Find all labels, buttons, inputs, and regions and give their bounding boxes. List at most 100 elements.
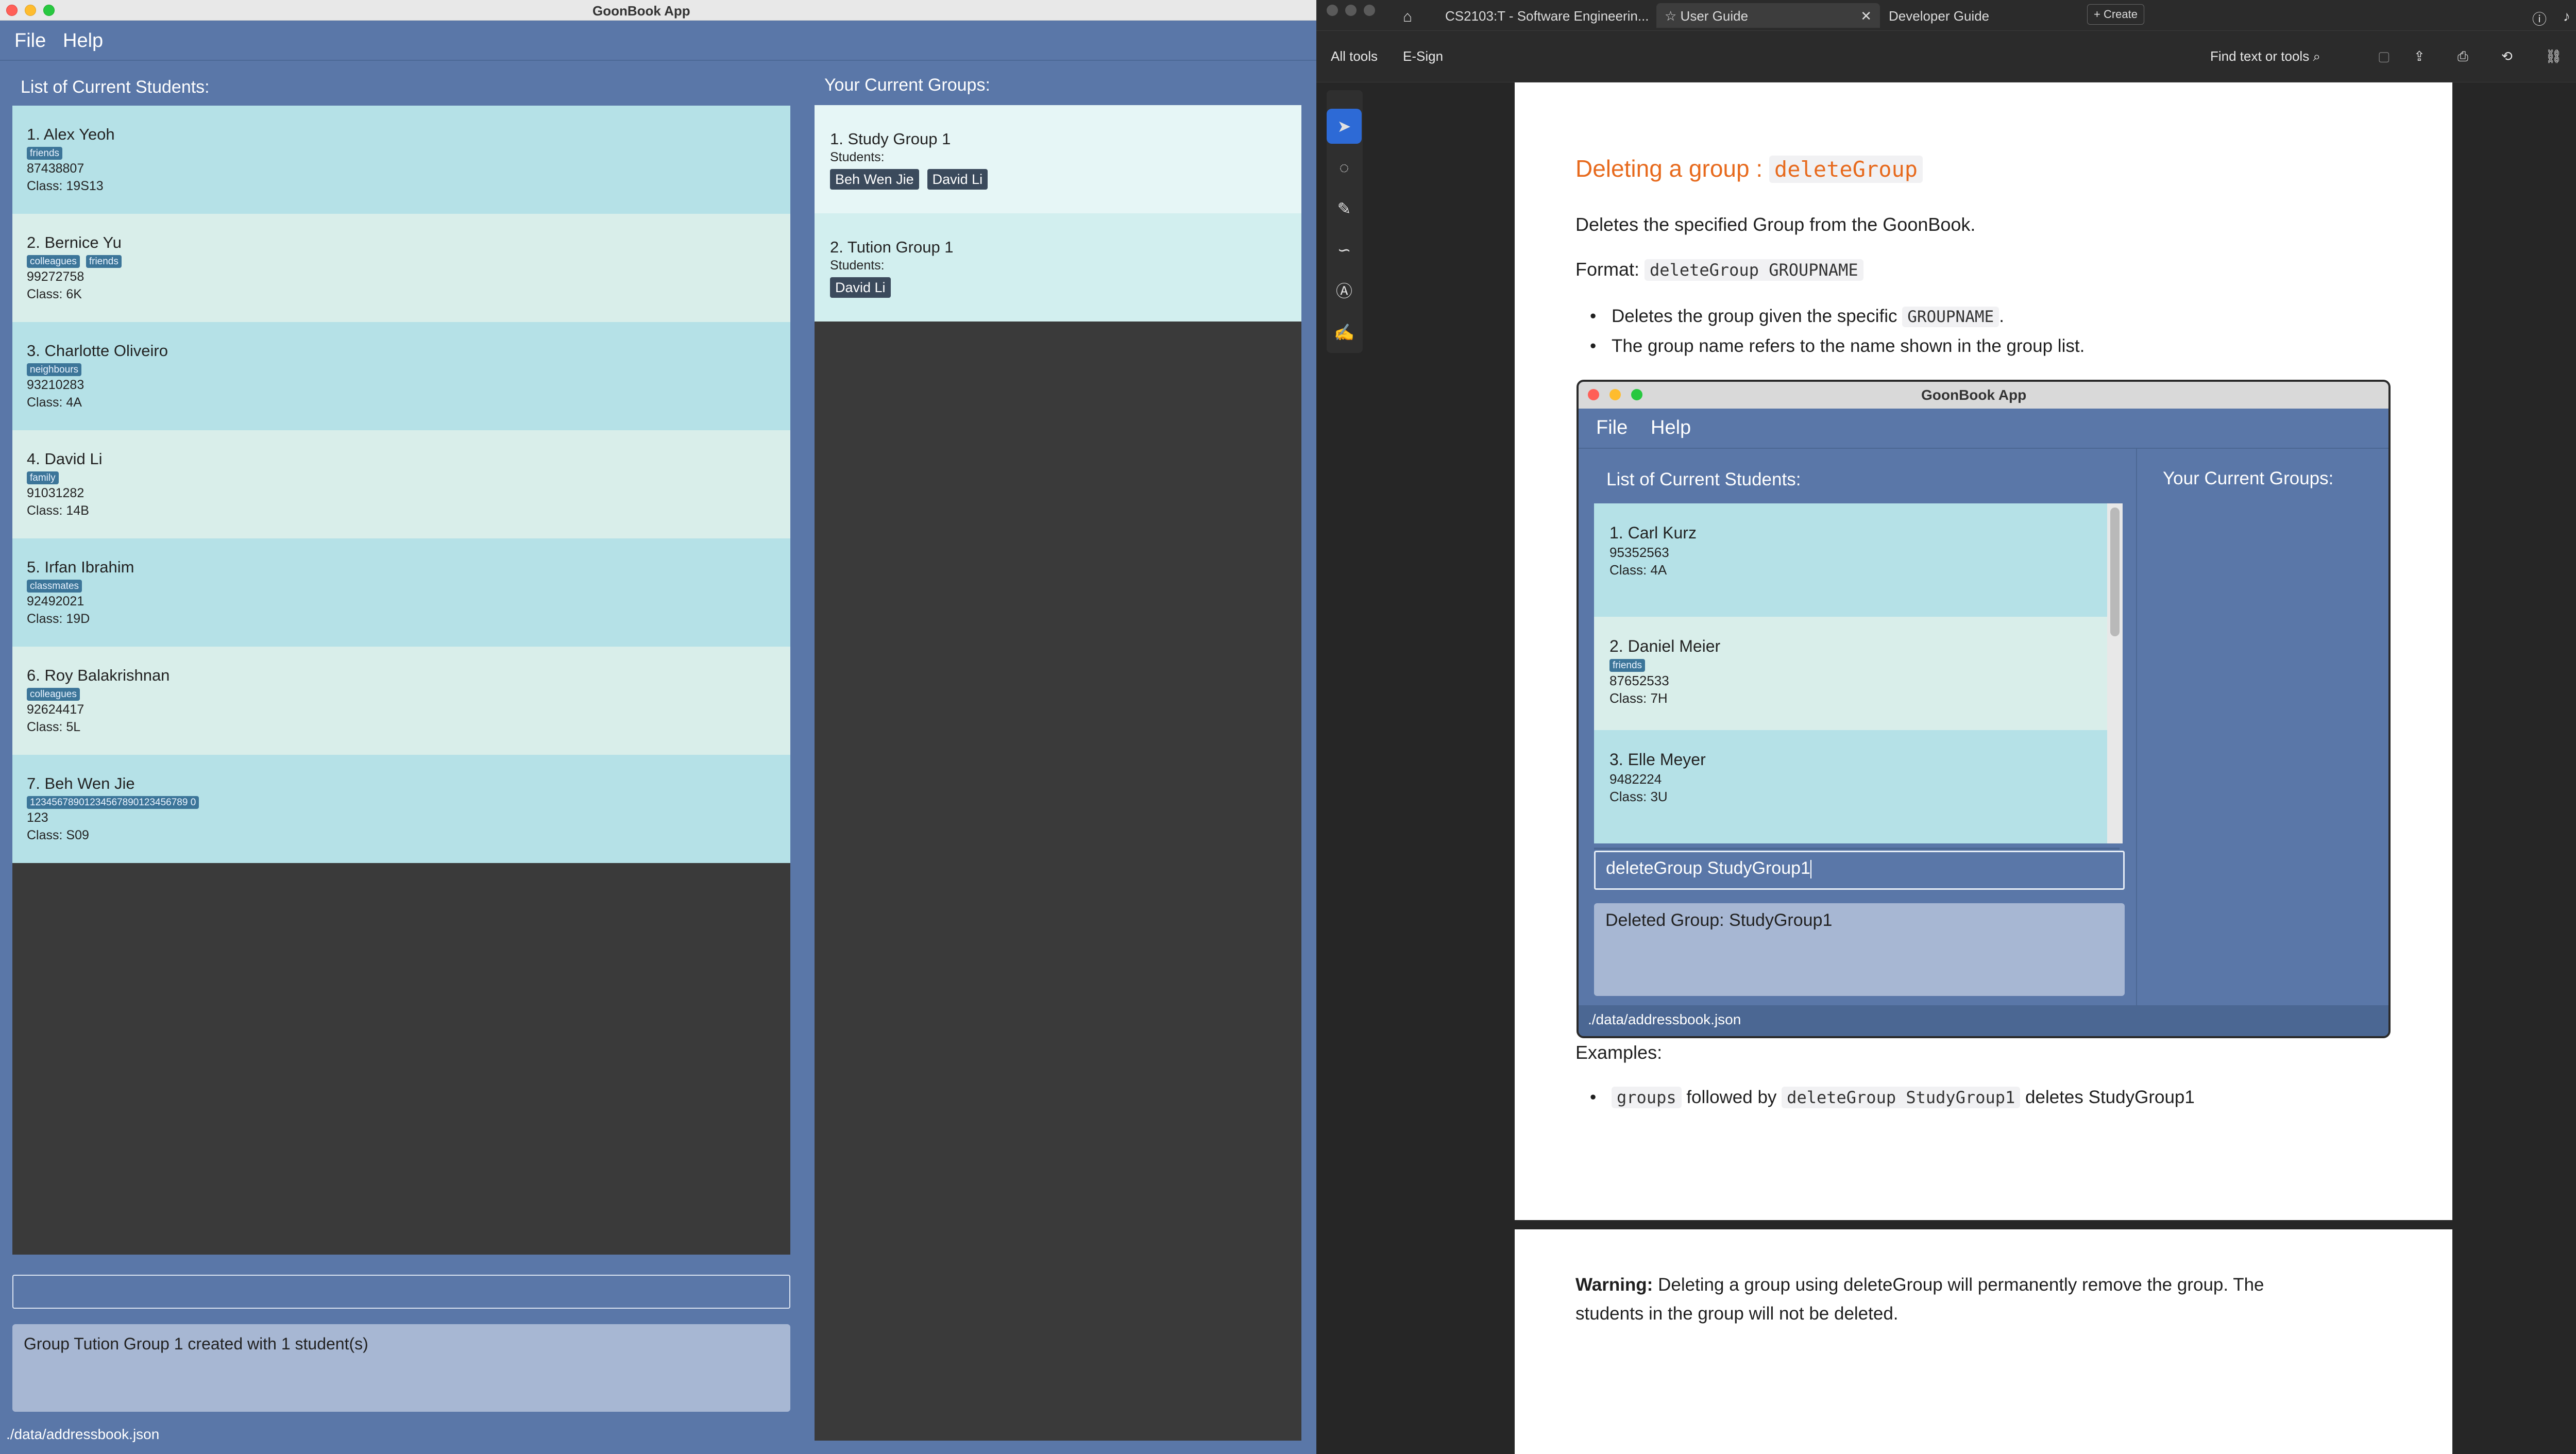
embedded-screenshot: GoonBook App File Help List of Current S… — [1577, 380, 2391, 1038]
create-button[interactable]: + Create — [2087, 4, 2145, 25]
upload-icon[interactable]: ⇪ — [2414, 48, 2425, 64]
star-icon: ☆ — [1665, 8, 1681, 24]
search-icon: ⌕ — [2313, 48, 2320, 64]
tab-label: User Guide — [1680, 8, 1749, 24]
student-name: 1. Alex Yeoh — [27, 125, 115, 143]
esign-button[interactable]: E-Sign — [1403, 48, 1443, 64]
tab-cs2103[interactable]: CS2103:T - Software Engineerin... — [1445, 3, 1651, 28]
home-icon[interactable]: ⌂ — [1403, 3, 1412, 28]
tab-user-guide[interactable]: ☆ User Guide ✕ — [1656, 3, 1880, 28]
student-list-empty-area — [12, 863, 790, 1255]
tab-developer-guide[interactable]: Developer Guide — [1880, 3, 2061, 28]
students-heading: List of Current Students: — [1606, 469, 1801, 489]
close-tab-icon[interactable]: ✕ — [1860, 8, 1872, 24]
close-window-button[interactable] — [6, 5, 18, 16]
format-code: deleteGroup GROUPNAME — [1645, 259, 1863, 281]
maximize-window-button[interactable] — [1364, 5, 1375, 16]
student-phone: 123 — [27, 810, 48, 825]
maximize-window-button[interactable] — [43, 5, 55, 16]
select-icon[interactable]: ➤ — [1327, 109, 1362, 144]
list-item[interactable]: 1. Alex Yeoh friends 87438807 Class: 19S13 — [12, 106, 790, 214]
student-class: Class: 14B — [27, 503, 89, 518]
pen-icon[interactable]: ✎ — [1327, 191, 1362, 226]
examples-label: Examples: — [1575, 1042, 1663, 1063]
warning-text: Deleting a group using deleteGroup will … — [1658, 1275, 2264, 1295]
group-students-label: Students: — [830, 258, 885, 273]
close-window-button[interactable] — [1327, 5, 1338, 16]
student-name: 6. Roy Balakrishnan — [27, 666, 170, 684]
save-icon[interactable]: ▢ — [2378, 48, 2391, 64]
list-item[interactable]: 3. Charlotte Oliveiro neighbours 93210283 C… — [12, 322, 790, 430]
bell-icon[interactable]: ♪ — [2563, 3, 2570, 28]
students-heading: List of Current Students: — [21, 77, 210, 97]
find-label: Find text or tools — [2210, 48, 2310, 64]
warning-text: students in the group will not be delete… — [1575, 1304, 1899, 1324]
maximize-window-button — [1631, 389, 1642, 400]
bullet-code: GROUPNAME — [1902, 307, 1999, 327]
tag-row: classmates — [27, 578, 790, 593]
command-input[interactable] — [12, 1275, 790, 1309]
example-code: groups — [1612, 1087, 1682, 1108]
student-phone: 93210283 — [27, 378, 84, 392]
tag-row: colleagues — [27, 686, 790, 701]
student-phone: 92624417 — [27, 702, 84, 717]
list-item[interactable]: 2. Bernice Yu colleagues friends 99272758 Cl… — [12, 214, 790, 322]
student-phone: 95352563 — [1609, 545, 1669, 560]
tag-row: 12345678901234567890123456789 0 — [27, 794, 790, 809]
group-card[interactable]: 1. Study Group 1 Students: Beh Wen Jie Davi… — [815, 105, 1301, 213]
example-text: deletes StudyGroup1 — [2025, 1087, 2195, 1107]
minimize-window-button[interactable] — [25, 5, 36, 16]
all-tools-button[interactable]: All tools — [1331, 48, 1378, 64]
student-name: 4. David Li — [27, 450, 103, 468]
panel-divider — [2136, 449, 2137, 1036]
menu-help[interactable]: Help — [63, 30, 103, 52]
tag-badge: friends — [27, 147, 63, 160]
groups-heading: Your Current Groups: — [2163, 468, 2334, 488]
scrollbar-track — [2107, 503, 2123, 843]
student-name: 2. Bernice Yu — [27, 233, 122, 251]
student-class: Class: 3U — [1609, 789, 1668, 804]
example-code: deleteGroup StudyGroup1 — [1782, 1087, 2021, 1108]
menu-file[interactable]: File — [14, 30, 46, 52]
list-item[interactable]: 4. David Li family 91031282 Class: 14B — [12, 430, 790, 538]
menu-bar: File Help — [0, 21, 1316, 61]
tab-label: Developer Guide — [1889, 8, 1990, 24]
signature-icon[interactable]: ✍ — [1327, 315, 1362, 350]
find-tools-button[interactable]: Find text or tools ⌕ — [2210, 48, 2320, 65]
student-name: 3. Elle Meyer — [1609, 750, 1706, 769]
minimize-window-button[interactable] — [1345, 5, 1357, 16]
tag-badge: colleagues — [27, 255, 80, 268]
list-item[interactable]: 6. Roy Balakrishnan colleagues 92624417 Cla… — [12, 647, 790, 755]
group-members: David Li — [830, 273, 1301, 298]
student-class: Class: 7H — [1609, 690, 1668, 706]
group-name: 1. Study Group 1 — [830, 130, 951, 148]
help-icon[interactable]: ⓘ — [2532, 3, 2547, 28]
list-item[interactable]: 5. Irfan Ibrahim classmates 92492021 Class:… — [12, 538, 790, 647]
comment-icon[interactable]: ◌ — [1327, 150, 1362, 185]
tag-badge: 12345678901234567890123456789 0 — [27, 796, 199, 809]
share-icon[interactable]: ⟲ — [2501, 48, 2513, 64]
link-icon[interactable]: ⛓ — [2545, 48, 2562, 64]
menu-help: Help — [1651, 417, 1691, 438]
member-badge: David Li — [927, 169, 988, 190]
command-input: deleteGroup StudyGroup1 — [1594, 851, 2125, 890]
list-item[interactable]: 2. Daniel Meier friends 87652533 Class: 7H — [1594, 617, 2107, 730]
student-class: Class: 6K — [27, 287, 82, 301]
student-class: Class: 4A — [1609, 562, 1667, 578]
print-icon[interactable]: ⎙ — [2458, 48, 2468, 65]
student-class: Class: S09 — [27, 828, 89, 842]
group-card[interactable]: 2. Tution Group 1 Students: David Li — [815, 213, 1301, 322]
list-item[interactable]: 7. Beh Wen Jie 12345678901234567890123456… — [12, 755, 790, 863]
minimize-window-button — [1609, 389, 1621, 400]
warning-label: Warning: — [1575, 1275, 1653, 1295]
student-phone: 99272758 — [27, 269, 84, 284]
text-box-icon[interactable]: Ⓐ — [1327, 274, 1362, 309]
pdf-toolbar: All tools E-Sign Find text or tools ⌕ ▢ … — [1316, 31, 2576, 82]
tag-badge: classmates — [27, 580, 82, 593]
lasso-icon[interactable]: ∽ — [1327, 232, 1362, 267]
student-phone: 92492021 — [27, 594, 84, 608]
list-item[interactable]: 3. Elle Meyer 9482224 Class: 3U — [1594, 730, 2107, 843]
status-bar-path: ./data/addressbook.json — [6, 1426, 160, 1442]
list-item[interactable]: 1. Carl Kurz 95352563 Class: 4A — [1594, 503, 2107, 617]
heading-text: Deleting a group : — [1575, 155, 1763, 182]
